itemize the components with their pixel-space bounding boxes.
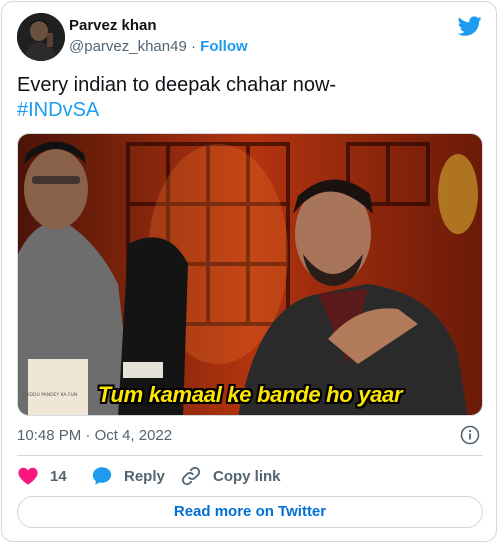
avatar-image	[17, 13, 65, 61]
divider	[17, 455, 483, 456]
author-handle[interactable]: @parvez_khan49	[69, 38, 187, 55]
timestamp[interactable]: 10:48 PM · Oct 4, 2022	[17, 427, 172, 444]
dot-separator: ·	[190, 38, 196, 55]
link-icon	[181, 466, 201, 486]
author-name[interactable]: Parvez khan	[69, 17, 157, 34]
reply-label: Reply	[124, 467, 165, 485]
follow-link[interactable]: Follow	[200, 38, 248, 55]
like-button[interactable]: 14	[17, 462, 67, 490]
tweet-media[interactable]: GUDDU PANDEY KA FUN Tum kamaal ke bande …	[17, 133, 483, 416]
like-count: 14	[50, 467, 67, 485]
reply-bubble-icon	[92, 467, 112, 485]
media-caption: Tum kamaal ke bande ho yaar	[97, 382, 403, 407]
author-handle-row: @parvez_khan49 · Follow	[69, 38, 248, 55]
tweet-text: Every indian to deepak chahar now- #INDv…	[17, 73, 477, 123]
tweet-date: Oct 4, 2022	[94, 427, 173, 444]
reply-button[interactable]: Reply	[91, 462, 165, 490]
tweet-body: Every indian to deepak chahar now-	[17, 74, 337, 96]
avatar[interactable]	[17, 13, 65, 61]
tweet-time: 10:48 PM	[17, 427, 82, 444]
media-image: GUDDU PANDEY KA FUN	[18, 134, 482, 415]
twitter-bird-icon[interactable]	[457, 14, 482, 38]
copy-link-button[interactable]: Copy link	[180, 462, 281, 490]
copy-link-label: Copy link	[213, 467, 281, 485]
meta-separator: ·	[85, 427, 91, 444]
read-more-button[interactable]: Read more on Twitter	[17, 496, 483, 528]
hashtag-link[interactable]: #INDvSA	[17, 98, 477, 123]
heart-icon	[18, 467, 38, 485]
info-icon[interactable]	[460, 425, 480, 445]
